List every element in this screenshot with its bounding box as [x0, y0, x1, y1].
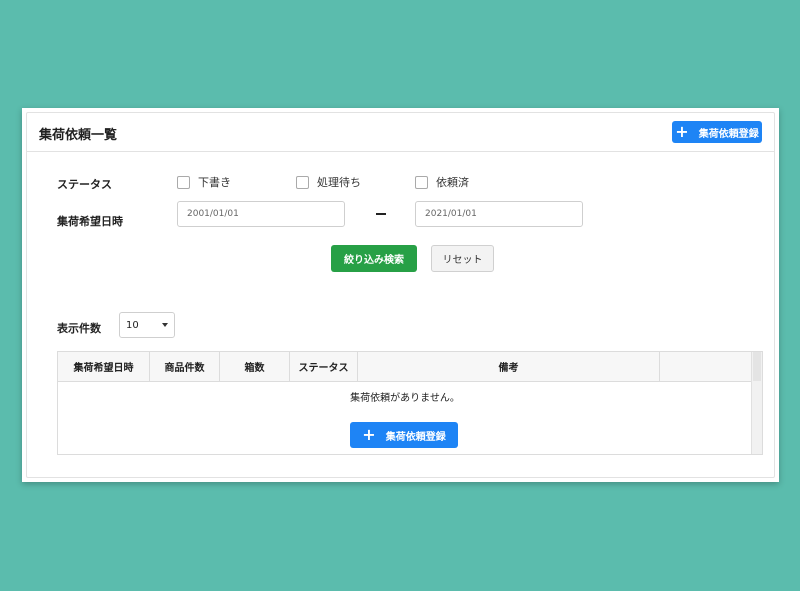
- empty-state-message: 集荷依頼がありません。: [350, 393, 460, 404]
- add-pickup-request-button[interactable]: + 集荷依頼登録: [672, 121, 762, 143]
- plus-icon: +: [362, 425, 376, 444]
- column-header-status[interactable]: ステータス: [290, 352, 358, 381]
- date-to-input[interactable]: [415, 201, 583, 227]
- page-size-select[interactable]: 10: [119, 312, 175, 338]
- add-pickup-request-label: 集荷依頼登録: [698, 128, 759, 140]
- date-range-separator: [376, 213, 386, 215]
- column-header-actions: [660, 352, 752, 381]
- draft-checkbox-label: 下書き: [198, 176, 231, 189]
- empty-state-add-button[interactable]: + 集荷依頼登録: [350, 422, 458, 448]
- requested-checkbox-label: 依頼済: [436, 176, 469, 189]
- requested-checkbox[interactable]: [415, 175, 428, 189]
- panel-header: 集荷依頼一覧 + 集荷依頼登録: [27, 113, 774, 152]
- page-size-label: 表示件数: [57, 322, 101, 335]
- page-title: 集荷依頼一覧: [39, 128, 118, 143]
- column-header-notes[interactable]: 備考: [358, 352, 660, 381]
- status-option-pending[interactable]: 処理待ち: [296, 174, 361, 190]
- plus-icon: +: [675, 122, 689, 141]
- table-scrollbar[interactable]: [751, 352, 762, 454]
- pickup-request-panel: 集荷依頼一覧 + 集荷依頼登録 ステータス 下書き 処理待ち 依頼済 集荷希望日…: [22, 108, 779, 482]
- column-header-pickup-date[interactable]: 集荷希望日時: [58, 352, 150, 381]
- caret-down-icon: [162, 323, 168, 327]
- draft-checkbox[interactable]: [177, 175, 190, 189]
- filter-search-button[interactable]: 絞り込み検索: [331, 245, 417, 272]
- column-header-box-count[interactable]: 箱数: [220, 352, 290, 381]
- date-from-input[interactable]: [177, 201, 345, 227]
- table-header: 集荷希望日時 商品件数 箱数 ステータス 備考: [58, 352, 762, 382]
- status-option-draft[interactable]: 下書き: [177, 174, 231, 190]
- pickup-request-table: 集荷希望日時 商品件数 箱数 ステータス 備考 集荷依頼がありません。 + 集荷…: [57, 351, 763, 455]
- table-scrollbar-thumb[interactable]: [753, 352, 761, 381]
- status-filter-label: ステータス: [57, 178, 112, 191]
- column-header-item-count[interactable]: 商品件数: [150, 352, 220, 381]
- page-size-value: 10: [126, 319, 139, 331]
- empty-state-add-label: 集荷依頼登録: [385, 431, 446, 443]
- status-option-requested[interactable]: 依頼済: [415, 174, 469, 190]
- panel-card: 集荷依頼一覧 + 集荷依頼登録 ステータス 下書き 処理待ち 依頼済 集荷希望日…: [26, 112, 775, 478]
- pending-checkbox[interactable]: [296, 175, 309, 189]
- pending-checkbox-label: 処理待ち: [317, 176, 361, 189]
- reset-button[interactable]: リセット: [431, 245, 494, 272]
- date-filter-label: 集荷希望日時: [57, 215, 123, 228]
